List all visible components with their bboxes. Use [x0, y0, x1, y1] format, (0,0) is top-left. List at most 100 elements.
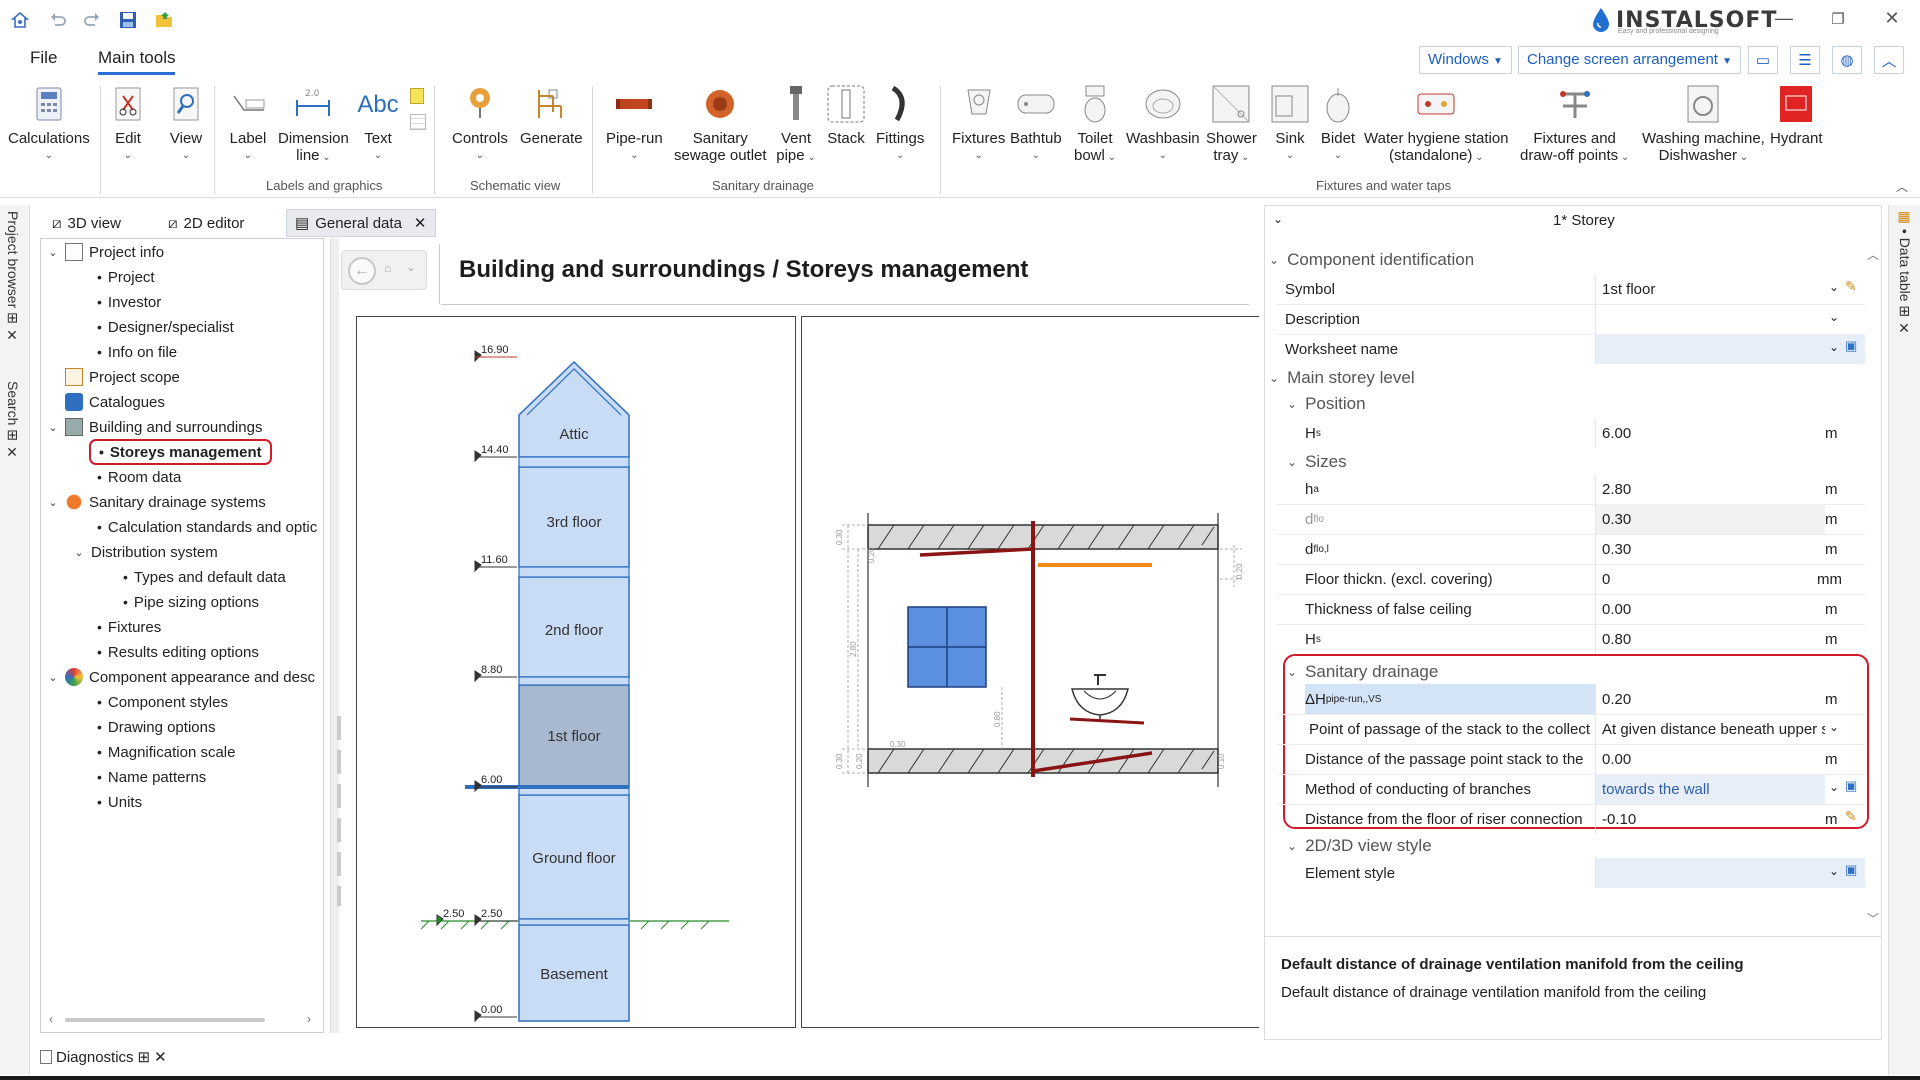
tree-types-default[interactable]: • Types and default data	[123, 566, 286, 588]
vent-pipe-button[interactable]: Vent pipe ⌄	[776, 84, 816, 166]
shower-tray-button[interactable]: Shower tray ⌄	[1206, 84, 1257, 166]
tree-project[interactable]: • Project	[97, 266, 155, 288]
tree-project-scope[interactable]: Project scope	[65, 366, 180, 388]
prop-value-passage-point[interactable]: At given distance beneath upper s	[1595, 714, 1825, 744]
property-scrollbar[interactable]: ︿ ﹀	[1867, 246, 1879, 932]
tab-3d-view[interactable]: ⧄ 3D view	[44, 209, 129, 237]
prop-row-worksheet[interactable]: Worksheet name ⌄ ▣	[1265, 334, 1865, 364]
prop-row-false-ceiling[interactable]: Thickness of false ceiling 0.00 m	[1265, 594, 1865, 624]
sanitary-sewage-outlet-button[interactable]: Sanitary sewage outlet	[674, 84, 767, 164]
tree-building[interactable]: ⌄ Building and surroundings	[47, 416, 262, 438]
text-button[interactable]: Abc Text ⌄	[357, 84, 398, 164]
navigation-box[interactable]: ← ⌂ ⌄	[341, 250, 427, 290]
chevron-down-icon[interactable]: ⌄	[47, 246, 59, 259]
hydrant-button[interactable]: Hydrant	[1770, 84, 1823, 147]
pipe-run-button[interactable]: Pipe-run ⌄	[606, 84, 663, 164]
note-icon[interactable]	[410, 88, 424, 104]
prop-value-riser-connection[interactable]: -0.10	[1595, 804, 1825, 834]
link-icon[interactable]: ▣	[1845, 862, 1857, 878]
category-main-storey-level[interactable]: ⌄ Main storey level	[1269, 364, 1415, 392]
pin-icon[interactable]: ⊞	[138, 1048, 151, 1066]
chevron-down-icon[interactable]: ⌄	[1829, 720, 1839, 734]
washing-machine-button[interactable]: Washing machine, Dishwasher ⌄	[1642, 84, 1765, 166]
prop-value-false-ceiling[interactable]: 0.00	[1595, 594, 1825, 624]
tree-results-editing[interactable]: • Results editing options	[97, 641, 259, 663]
chevron-down-icon[interactable]: ⌄	[1829, 780, 1839, 794]
open-folder-icon[interactable]	[152, 8, 176, 32]
view-button[interactable]: View ⌄	[166, 84, 206, 164]
toilet-bowl-button[interactable]: Toilet bowl ⌄	[1074, 84, 1116, 166]
close-icon[interactable]: ✕	[154, 1048, 167, 1066]
prop-value-method-branches[interactable]: towards the wall	[1595, 774, 1825, 804]
prop-row-riser-connection[interactable]: Distance from the floor of riser connect…	[1265, 804, 1865, 834]
scroll-up-icon[interactable]: ︿	[1867, 246, 1879, 263]
redo-icon[interactable]	[80, 8, 104, 32]
menu-main-tools[interactable]: Main tools	[98, 48, 176, 75]
tree-fixtures[interactable]: • Fixtures	[97, 616, 161, 638]
up-icon[interactable]: ⌂	[384, 261, 391, 275]
tree-sanitary-systems[interactable]: ⌄ Sanitary drainage systems	[47, 491, 266, 513]
prop-value-worksheet[interactable]	[1595, 334, 1865, 364]
pencil-icon[interactable]: ✎	[1845, 808, 1857, 825]
calculations-button[interactable]: Calculations ⌄	[8, 84, 90, 164]
tab-search[interactable]: Search ⊞ ✕	[5, 381, 21, 461]
category-sanitary-drainage[interactable]: ⌄ Sanitary drainage	[1287, 658, 1438, 686]
prop-value-dflol[interactable]: 0.30	[1595, 534, 1825, 564]
scroll-left-icon[interactable]: ‹	[49, 1012, 53, 1026]
chevron-down-icon[interactable]: ⌄	[47, 671, 59, 684]
tree-calc-standards[interactable]: • Calculation standards and optic	[97, 516, 317, 538]
collapse-arrow-icon[interactable]: ︿	[1896, 178, 1908, 195]
controls-button[interactable]: Controls ⌄	[452, 84, 508, 164]
undo-icon[interactable]	[46, 8, 70, 32]
tree-distribution-system[interactable]: ⌄ Distribution system	[73, 541, 217, 563]
tree-investor[interactable]: • Investor	[97, 291, 161, 313]
scroll-down-icon[interactable]: ﹀	[1867, 910, 1879, 927]
prop-value-hs[interactable]: 6.00	[1595, 418, 1825, 448]
prop-value-description[interactable]	[1595, 304, 1865, 334]
prop-row-symbol[interactable]: Symbol 1st floor ⌄ ✎	[1265, 274, 1865, 304]
link-icon[interactable]: ▣	[1845, 338, 1857, 354]
prop-row-floor-thickness[interactable]: Floor thickn. (excl. covering) 0 mm	[1265, 564, 1865, 594]
chevron-down-icon[interactable]: ⌄	[73, 546, 85, 559]
windows-dropdown[interactable]: Windows ▼	[1419, 46, 1512, 74]
building-elevation-panel[interactable]: 16.90 14.40 11.60 8.80 6.00 2.50 2.50 0.…	[356, 316, 796, 1028]
minimize-icon[interactable]: —	[1764, 8, 1804, 32]
prop-row-method-branches[interactable]: Method of conducting of branches towards…	[1265, 774, 1865, 804]
restore-icon[interactable]: ❐	[1818, 10, 1858, 34]
collapse-ribbon-icon[interactable]: ︿	[1874, 46, 1904, 74]
layers-icon[interactable]: ☰	[1790, 46, 1820, 74]
prop-row-element-style[interactable]: Element style ⌄ ▣	[1265, 858, 1865, 888]
category-view-style[interactable]: ⌄ 2D/3D view style	[1287, 832, 1432, 860]
chevron-down-icon[interactable]: ⌄	[47, 421, 59, 434]
pencil-icon[interactable]: ✎	[1845, 278, 1857, 295]
bidet-button[interactable]: Bidet ⌄	[1318, 84, 1358, 164]
tree-horizontal-scrollbar[interactable]: ‹ ›	[49, 1012, 317, 1028]
prop-row-distance-passage[interactable]: Distance of the passage point stack to t…	[1265, 744, 1865, 774]
tree-room-data[interactable]: • Room data	[97, 466, 181, 488]
prop-row-passage-point[interactable]: Point of passage of the stack to the col…	[1265, 714, 1865, 744]
tree-component-appearance[interactable]: ⌄ Component appearance and desc	[47, 666, 315, 688]
save-icon[interactable]	[116, 8, 140, 32]
prop-row-dflol[interactable]: d flo,l 0.30 m	[1265, 534, 1865, 564]
palette-icon[interactable]: ◍	[1832, 46, 1862, 74]
prop-row-dflo[interactable]: d flo 0.30 m	[1265, 504, 1865, 534]
scroll-right-icon[interactable]: ›	[307, 1012, 311, 1026]
tree-designer[interactable]: • Designer/specialist	[97, 316, 234, 338]
chevron-down-icon[interactable]: ⌄	[1829, 310, 1839, 324]
tree-info-on-file[interactable]: • Info on file	[97, 341, 177, 363]
prop-row-hs[interactable]: Hs 6.00 m	[1265, 418, 1865, 448]
close-tab-icon[interactable]: ✕	[414, 214, 427, 232]
table-icon[interactable]	[410, 114, 426, 130]
tree-component-styles[interactable]: • Component styles	[97, 691, 228, 713]
fixtures-draw-off-button[interactable]: Fixtures and draw-off points ⌄	[1520, 84, 1629, 166]
prop-value-dh[interactable]: 0.20	[1595, 684, 1825, 714]
sink-button[interactable]: Sink ⌄	[1270, 84, 1310, 164]
app-home-icon[interactable]	[8, 8, 32, 32]
chevron-down-icon[interactable]: ⌄	[1829, 340, 1839, 354]
tree-pipe-sizing[interactable]: • Pipe sizing options	[123, 591, 259, 613]
prop-value-element-style[interactable]	[1595, 858, 1865, 888]
prop-value-hs2[interactable]: 0.80	[1595, 624, 1825, 654]
chevron-down-icon[interactable]: ⌄	[1829, 280, 1839, 294]
change-screen-dropdown[interactable]: Change screen arrangement ▼	[1518, 46, 1742, 74]
label-button[interactable]: Label ⌄	[228, 84, 268, 164]
